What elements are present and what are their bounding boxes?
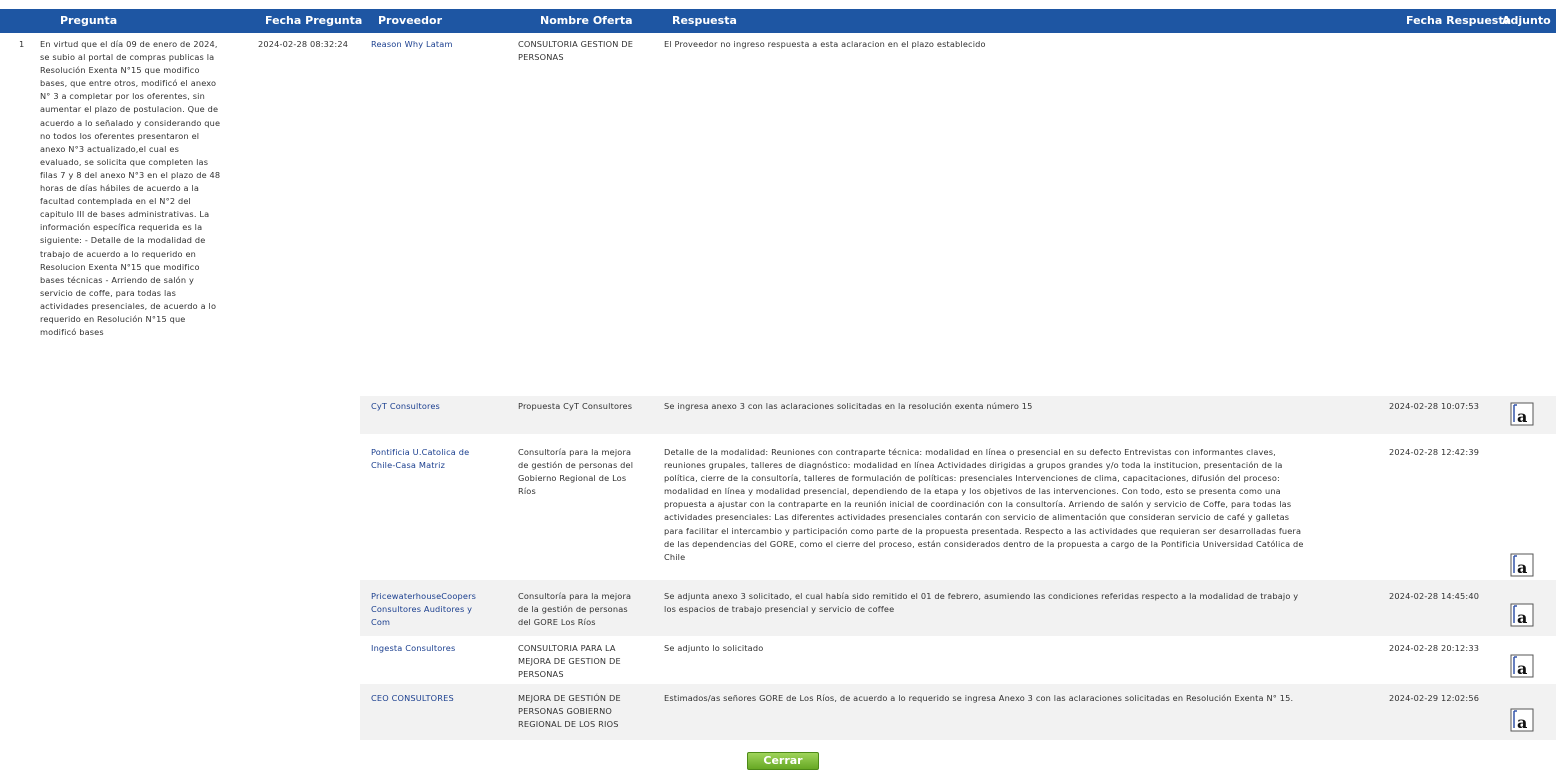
answer-text: Se adjunto lo solicitado <box>664 643 764 653</box>
table-header <box>0 9 1556 33</box>
header-pregunta: Pregunta <box>60 14 118 27</box>
svg-text:a: a <box>1517 659 1527 678</box>
header-fecha-respuesta: Fecha Respuesta <box>1406 14 1512 27</box>
provider-name[interactable]: CyT Consultores <box>371 400 440 413</box>
text-document-icon[interactable]: a <box>1510 603 1534 627</box>
provider-name[interactable]: PricewaterhouseCoopers Consultores Audit… <box>371 590 476 629</box>
provider-name[interactable]: Pontificia U.Catolica de Chile-Casa Matr… <box>371 446 469 472</box>
svg-text:a: a <box>1517 407 1527 426</box>
provider-name[interactable]: CEO CONSULTORES <box>371 692 454 705</box>
svg-text:a: a <box>1517 558 1527 577</box>
offer-name: CONSULTORIA PARA LA MEJORA DE GESTION DE… <box>518 643 621 680</box>
offer-name: CONSULTORIA GESTION DE PERSONAS <box>518 39 634 63</box>
text-document-icon[interactable]: a <box>1510 553 1534 577</box>
header-proveedor: Proveedor <box>378 14 442 27</box>
answer-text: Se adjunta anexo 3 solicitado, el cual h… <box>664 591 1299 615</box>
provider-name[interactable]: Ingesta Consultores <box>371 642 455 655</box>
offer-name: Consultoría para la mejora de la gestión… <box>518 591 632 628</box>
header-nombre-oferta: Nombre Oferta <box>540 14 633 27</box>
answer-text: El Proveedor no ingreso respuesta a esta… <box>664 39 986 49</box>
answer-date: 2024-02-28 10:07:53 <box>1389 401 1480 411</box>
answer-text: Detalle de la modalidad: Reuniones con c… <box>664 447 1304 562</box>
text-document-icon[interactable]: a <box>1510 708 1534 732</box>
text-document-icon[interactable]: a <box>1510 402 1534 426</box>
answer-date: 2024-02-28 12:42:39 <box>1389 447 1480 457</box>
provider-name[interactable]: Reason Why Latam <box>371 38 453 51</box>
offer-name: Consultoría para la mejora de gestión de… <box>518 447 634 497</box>
answer-date: 2024-02-28 20:12:33 <box>1389 643 1480 653</box>
answer-text: Estimados/as señores GORE de Los Ríos, d… <box>664 693 1294 703</box>
svg-text:a: a <box>1517 608 1527 627</box>
offer-name: Propuesta CyT Consultores <box>518 401 633 411</box>
question-text: En virtud que el día 09 de enero de 2024… <box>40 39 221 338</box>
header-fecha-pregunta: Fecha Pregunta <box>265 14 363 27</box>
answer-date: 2024-02-28 14:45:40 <box>1389 591 1480 601</box>
header-adjunto: Adjunto <box>1502 14 1551 27</box>
answer-text: Se ingresa anexo 3 con las aclaraciones … <box>664 401 1033 411</box>
question-date: 2024-02-28 08:32:24 <box>258 39 349 49</box>
close-button[interactable]: Cerrar <box>747 752 819 770</box>
question-number: 1 <box>19 39 25 49</box>
svg-text:a: a <box>1517 713 1527 732</box>
text-document-icon[interactable]: a <box>1510 654 1534 678</box>
answer-date: 2024-02-29 12:02:56 <box>1389 693 1480 703</box>
header-respuesta: Respuesta <box>672 14 737 27</box>
offer-name: MEJORA DE GESTIÓN DE PERSONAS GOBIERNO R… <box>518 693 621 730</box>
